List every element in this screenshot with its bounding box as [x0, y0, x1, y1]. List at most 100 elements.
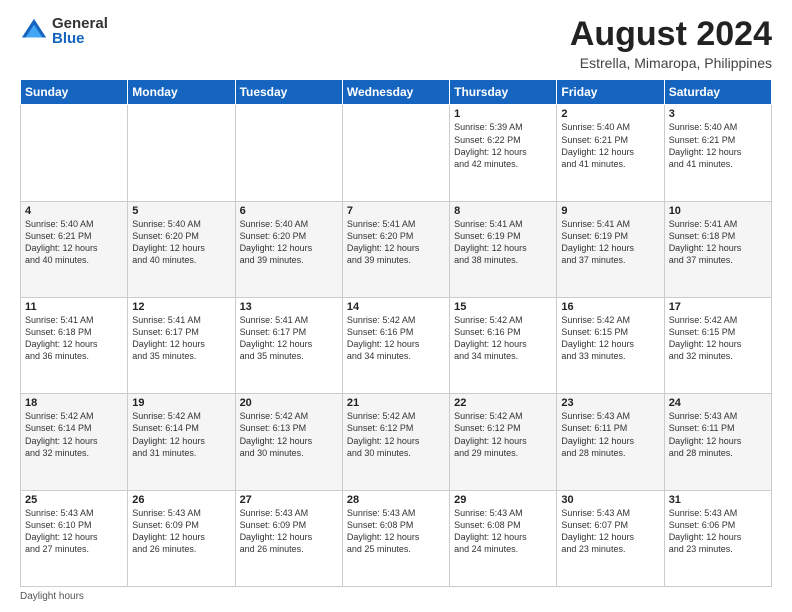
- title-block: August 2024 Estrella, Mimaropa, Philippi…: [570, 16, 772, 71]
- day-info: Sunrise: 5:42 AM Sunset: 6:15 PM Dayligh…: [669, 314, 767, 363]
- day-number: 11: [25, 301, 123, 313]
- day-info: Sunrise: 5:42 AM Sunset: 6:16 PM Dayligh…: [454, 314, 552, 363]
- table-row: 6Sunrise: 5:40 AM Sunset: 6:20 PM Daylig…: [235, 201, 342, 297]
- day-info: Sunrise: 5:43 AM Sunset: 6:09 PM Dayligh…: [132, 507, 230, 556]
- day-info: Sunrise: 5:43 AM Sunset: 6:11 PM Dayligh…: [669, 410, 767, 459]
- day-number: 21: [347, 397, 445, 409]
- day-number: 26: [132, 494, 230, 506]
- day-number: 28: [347, 494, 445, 506]
- logo-blue-text: Blue: [52, 31, 108, 46]
- day-number: 1: [454, 108, 552, 120]
- table-row: 28Sunrise: 5:43 AM Sunset: 6:08 PM Dayli…: [342, 490, 449, 586]
- logo-icon: [20, 17, 48, 45]
- day-info: Sunrise: 5:40 AM Sunset: 6:20 PM Dayligh…: [132, 218, 230, 267]
- day-number: 10: [669, 205, 767, 217]
- day-info: Sunrise: 5:42 AM Sunset: 6:12 PM Dayligh…: [454, 410, 552, 459]
- day-info: Sunrise: 5:40 AM Sunset: 6:20 PM Dayligh…: [240, 218, 338, 267]
- day-info: Sunrise: 5:42 AM Sunset: 6:15 PM Dayligh…: [561, 314, 659, 363]
- day-info: Sunrise: 5:40 AM Sunset: 6:21 PM Dayligh…: [669, 121, 767, 170]
- col-tuesday: Tuesday: [235, 80, 342, 105]
- day-number: 7: [347, 205, 445, 217]
- day-number: 25: [25, 494, 123, 506]
- day-number: 27: [240, 494, 338, 506]
- day-number: 20: [240, 397, 338, 409]
- day-info: Sunrise: 5:41 AM Sunset: 6:19 PM Dayligh…: [561, 218, 659, 267]
- table-row: [21, 105, 128, 201]
- day-info: Sunrise: 5:41 AM Sunset: 6:17 PM Dayligh…: [132, 314, 230, 363]
- day-number: 17: [669, 301, 767, 313]
- table-row: 1Sunrise: 5:39 AM Sunset: 6:22 PM Daylig…: [450, 105, 557, 201]
- calendar-table: Sunday Monday Tuesday Wednesday Thursday…: [20, 79, 772, 587]
- table-row: 5Sunrise: 5:40 AM Sunset: 6:20 PM Daylig…: [128, 201, 235, 297]
- table-row: 7Sunrise: 5:41 AM Sunset: 6:20 PM Daylig…: [342, 201, 449, 297]
- col-thursday: Thursday: [450, 80, 557, 105]
- col-monday: Monday: [128, 80, 235, 105]
- day-number: 23: [561, 397, 659, 409]
- table-row: 24Sunrise: 5:43 AM Sunset: 6:11 PM Dayli…: [664, 394, 771, 490]
- day-number: 15: [454, 301, 552, 313]
- col-friday: Friday: [557, 80, 664, 105]
- table-row: 14Sunrise: 5:42 AM Sunset: 6:16 PM Dayli…: [342, 298, 449, 394]
- day-number: 18: [25, 397, 123, 409]
- day-number: 3: [669, 108, 767, 120]
- day-info: Sunrise: 5:42 AM Sunset: 6:13 PM Dayligh…: [240, 410, 338, 459]
- day-info: Sunrise: 5:39 AM Sunset: 6:22 PM Dayligh…: [454, 121, 552, 170]
- col-saturday: Saturday: [664, 80, 771, 105]
- table-row: 11Sunrise: 5:41 AM Sunset: 6:18 PM Dayli…: [21, 298, 128, 394]
- table-row: [128, 105, 235, 201]
- table-row: 29Sunrise: 5:43 AM Sunset: 6:08 PM Dayli…: [450, 490, 557, 586]
- day-info: Sunrise: 5:42 AM Sunset: 6:16 PM Dayligh…: [347, 314, 445, 363]
- daylight-label: Daylight hours: [20, 591, 84, 602]
- day-number: 12: [132, 301, 230, 313]
- table-row: 20Sunrise: 5:42 AM Sunset: 6:13 PM Dayli…: [235, 394, 342, 490]
- day-info: Sunrise: 5:43 AM Sunset: 6:11 PM Dayligh…: [561, 410, 659, 459]
- table-row: 19Sunrise: 5:42 AM Sunset: 6:14 PM Dayli…: [128, 394, 235, 490]
- day-number: 14: [347, 301, 445, 313]
- table-row: 25Sunrise: 5:43 AM Sunset: 6:10 PM Dayli…: [21, 490, 128, 586]
- day-number: 30: [561, 494, 659, 506]
- day-info: Sunrise: 5:41 AM Sunset: 6:20 PM Dayligh…: [347, 218, 445, 267]
- day-info: Sunrise: 5:40 AM Sunset: 6:21 PM Dayligh…: [25, 218, 123, 267]
- day-info: Sunrise: 5:43 AM Sunset: 6:06 PM Dayligh…: [669, 507, 767, 556]
- day-number: 9: [561, 205, 659, 217]
- calendar-week-5: 25Sunrise: 5:43 AM Sunset: 6:10 PM Dayli…: [21, 490, 772, 586]
- calendar-week-4: 18 Sunrise: 5:42 AM Sunset: 6:14 PM Dayli…: [21, 394, 772, 490]
- day-number: 6: [240, 205, 338, 217]
- day-info: Sunrise: 5:43 AM Sunset: 6:10 PM Dayligh…: [25, 507, 123, 556]
- day-info: Sunrise: 5:41 AM Sunset: 6:18 PM Dayligh…: [669, 218, 767, 267]
- day-info: Sunrise: 5:43 AM Sunset: 6:08 PM Dayligh…: [347, 507, 445, 556]
- calendar-header-row: Sunday Monday Tuesday Wednesday Thursday…: [21, 80, 772, 105]
- calendar-week-3: 11Sunrise: 5:41 AM Sunset: 6:18 PM Dayli…: [21, 298, 772, 394]
- day-info: Sunrise: 5:41 AM Sunset: 6:17 PM Dayligh…: [240, 314, 338, 363]
- table-row: 12Sunrise: 5:41 AM Sunset: 6:17 PM Dayli…: [128, 298, 235, 394]
- calendar-week-2: 4Sunrise: 5:40 AM Sunset: 6:21 PM Daylig…: [21, 201, 772, 297]
- table-row: 13Sunrise: 5:41 AM Sunset: 6:17 PM Dayli…: [235, 298, 342, 394]
- day-number: 29: [454, 494, 552, 506]
- page: General Blue August 2024 Estrella, Mimar…: [0, 0, 792, 612]
- table-row: [342, 105, 449, 201]
- table-row: 18Sunrise: 5:42 AM Sunset: 6:14 PM Dayli…: [21, 394, 128, 490]
- day-number: 8: [454, 205, 552, 217]
- day-number: 19: [132, 397, 230, 409]
- table-row: 15Sunrise: 5:42 AM Sunset: 6:16 PM Dayli…: [450, 298, 557, 394]
- table-row: 22Sunrise: 5:42 AM Sunset: 6:12 PM Dayli…: [450, 394, 557, 490]
- table-row: 10Sunrise: 5:41 AM Sunset: 6:18 PM Dayli…: [664, 201, 771, 297]
- calendar-week-1: 1Sunrise: 5:39 AM Sunset: 6:22 PM Daylig…: [21, 105, 772, 201]
- table-row: [235, 105, 342, 201]
- day-number: 13: [240, 301, 338, 313]
- table-row: 31Sunrise: 5:43 AM Sunset: 6:06 PM Dayli…: [664, 490, 771, 586]
- day-number: 16: [561, 301, 659, 313]
- header: General Blue August 2024 Estrella, Mimar…: [20, 16, 772, 71]
- footer-note: Daylight hours: [20, 591, 772, 602]
- table-row: 17Sunrise: 5:42 AM Sunset: 6:15 PM Dayli…: [664, 298, 771, 394]
- day-number: 4: [25, 205, 123, 217]
- logo-general-text: General: [52, 16, 108, 31]
- day-info: Sunrise: 5:42 AM Sunset: 6:14 PM Dayligh…: [132, 410, 230, 459]
- day-number: 2: [561, 108, 659, 120]
- day-info: Sunrise: 5:43 AM Sunset: 6:09 PM Dayligh…: [240, 507, 338, 556]
- table-row: 27Sunrise: 5:43 AM Sunset: 6:09 PM Dayli…: [235, 490, 342, 586]
- day-number: 24: [669, 397, 767, 409]
- table-row: 16Sunrise: 5:42 AM Sunset: 6:15 PM Dayli…: [557, 298, 664, 394]
- logo: General Blue: [20, 16, 108, 46]
- table-row: 3Sunrise: 5:40 AM Sunset: 6:21 PM Daylig…: [664, 105, 771, 201]
